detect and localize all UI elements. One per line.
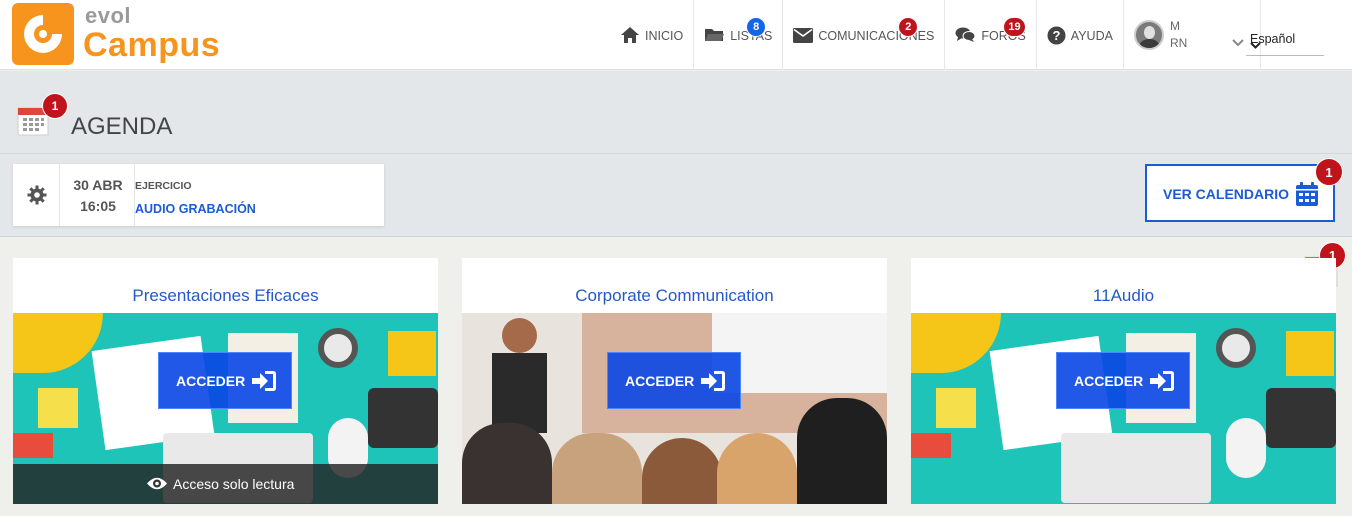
nav-ayuda[interactable]: ? AYUDA (1037, 0, 1124, 70)
nav-inicio-label: INICIO (645, 29, 684, 43)
course-title[interactable]: 11Audio (911, 286, 1336, 306)
avatar (1133, 20, 1164, 50)
chevron-down-icon (1232, 34, 1244, 52)
agenda-divider (0, 153, 1352, 154)
acceder-button[interactable]: ACCEDER (607, 352, 741, 409)
event-time: 16:05 (80, 198, 116, 214)
course-card: 11Audio ACCEDER (911, 258, 1336, 504)
nav-foros[interactable]: FOROS 19 (945, 0, 1037, 70)
acceder-label: ACCEDER (1074, 373, 1144, 389)
sign-in-icon (701, 371, 725, 391)
svg-text:?: ? (1052, 28, 1060, 43)
event-datetime: 30 ABR 16:05 (59, 164, 135, 226)
evolcampus-logo[interactable]: evol Campus (12, 3, 224, 67)
nav-comunicaciones[interactable]: COMUNICACIONES 2 (783, 0, 946, 70)
course-card: Presentaciones Eficaces ACCEDER Acceso s… (13, 258, 438, 504)
view-calendar-label: VER CALENDARIO (1163, 186, 1290, 202)
acceder-label: ACCEDER (625, 373, 695, 389)
eye-icon (147, 477, 167, 490)
view-calendar-button[interactable]: VER CALENDARIO 1 (1145, 158, 1343, 222)
acceder-label: ACCEDER (176, 373, 246, 389)
readonly-banner: Acceso solo lectura (13, 464, 438, 504)
event-name-link[interactable]: AUDIO GRABACIÓN (135, 202, 256, 216)
home-icon (620, 26, 640, 44)
nav-ayuda-label: AYUDA (1070, 29, 1113, 43)
course-title[interactable]: Presentaciones Eficaces (13, 286, 438, 306)
acceder-button[interactable]: ACCEDER (1056, 352, 1190, 409)
foros-badge: 19 (1003, 17, 1026, 37)
top-header: evol Campus INICIO LISTAS 8 COMUNICACION… (0, 0, 1352, 70)
course-title[interactable]: Corporate Communication (462, 286, 887, 306)
course-card: Corporate Communication ACCEDER (462, 258, 887, 504)
agenda-event-card[interactable]: 30 ABR 16:05 EJERCICIO AUDIO GRABACIÓN (13, 164, 384, 226)
nav-listas[interactable]: LISTAS 8 (694, 0, 784, 70)
logo-spiral-icon (12, 3, 74, 65)
folder-icon (704, 27, 725, 43)
user-name-line1: M (1169, 19, 1180, 33)
user-name: M RN (1170, 18, 1187, 52)
user-name-line2: RN (1169, 36, 1188, 50)
sign-in-icon (1150, 371, 1174, 391)
sign-in-icon (252, 371, 276, 391)
event-date: 30 ABR (73, 177, 123, 193)
comments-icon (955, 27, 976, 43)
language-select[interactable]: Español (1246, 24, 1324, 56)
page-title: AGENDA (71, 113, 173, 140)
main-nav: INICIO LISTAS 8 COMUNICACIONES 2 FOROS 1… (610, 0, 1261, 70)
acceder-button[interactable]: ACCEDER (158, 352, 292, 409)
calendar-icon (1296, 182, 1318, 206)
user-menu[interactable]: M RN (1124, 0, 1261, 70)
view-calendar-badge: 1 (1315, 158, 1343, 186)
gear-icon (27, 185, 47, 210)
readonly-label: Acceso solo lectura (173, 476, 295, 492)
chevron-down-icon (1250, 38, 1318, 52)
question-circle-icon: ? (1047, 26, 1066, 45)
agenda-badge: 1 (42, 93, 68, 119)
envelope-icon (793, 27, 814, 43)
logo-text-campus: Campus (83, 26, 221, 64)
event-type: EJERCICIO (135, 180, 192, 192)
agenda-section: 1 AGENDA 30 ABR 16:05 EJERCICIO AUDIO GR… (0, 71, 1352, 237)
nav-inicio[interactable]: INICIO (610, 0, 695, 70)
